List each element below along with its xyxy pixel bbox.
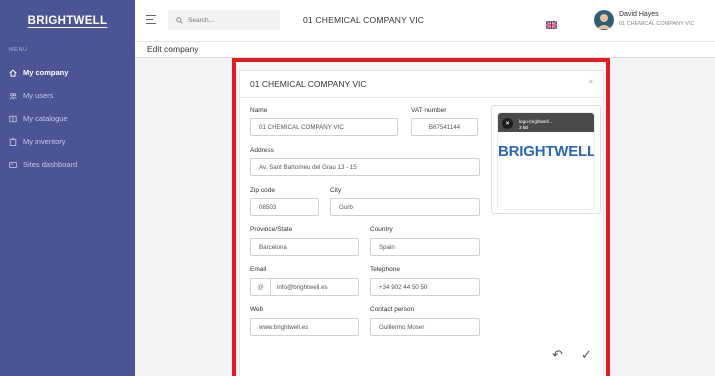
web-field[interactable]: www.brightwell.es xyxy=(250,318,359,336)
at-sign-icon: @ xyxy=(251,279,271,295)
remove-logo-icon[interactable]: × xyxy=(502,118,513,129)
search-input[interactable] xyxy=(188,16,268,24)
vat-field[interactable]: B67541144 xyxy=(411,118,478,136)
hamburger-menu-icon[interactable] xyxy=(146,15,156,26)
name-label: Name xyxy=(250,107,268,114)
sidebar-item-my-users[interactable]: My users xyxy=(0,84,135,107)
logo-file-info: logo-brightwell... 3 kB xyxy=(519,119,552,130)
top-bar: 01 CHEMICAL COMPANY VIC David Hayes 01 C… xyxy=(135,0,715,42)
menu-label: MENU xyxy=(9,47,28,53)
page-header: Edit company xyxy=(135,42,715,58)
dashboard-icon xyxy=(9,161,23,169)
email-value: info@brightwell.es xyxy=(277,283,328,291)
sidebar-item-my-company[interactable]: My company xyxy=(0,61,135,84)
city-field[interactable]: Gurb xyxy=(330,198,480,216)
logo-preview: × logo-brightwell... 3 kB BRIGHTWELL xyxy=(498,113,594,209)
logo-filesize: 3 kB xyxy=(519,124,529,130)
contact-field[interactable]: Guillermo Moser xyxy=(370,318,480,336)
country-label: Country xyxy=(370,226,393,233)
email-label: Email xyxy=(250,266,267,273)
edit-company-dialog: 01 CHEMICAL COMPANY VIC × Name 01 CHEMIC… xyxy=(239,70,604,376)
web-label: Web xyxy=(250,306,264,313)
user-name[interactable]: David Hayes xyxy=(619,11,659,18)
current-company: 01 CHEMICAL COMPANY VIC xyxy=(303,15,425,25)
address-field[interactable]: Av. Sant Bartomeu del Grau 13 - 15 xyxy=(250,158,480,176)
logo-bar: BRIGHTWELL xyxy=(0,0,135,42)
dialog-title: 01 CHEMICAL COMPANY VIC xyxy=(250,79,367,89)
zip-label: Zip code xyxy=(250,187,275,194)
sidebar-item-sites-dashboard[interactable]: Sites dashboard xyxy=(0,153,135,176)
search-box[interactable] xyxy=(168,10,280,30)
contact-label: Contact person xyxy=(370,306,415,313)
country-field[interactable]: Spain xyxy=(370,238,480,256)
province-label: Province/State xyxy=(250,226,293,233)
divider xyxy=(240,97,603,98)
book-icon xyxy=(9,115,23,123)
uk-flag-icon[interactable] xyxy=(545,16,558,30)
user-company: 01 CHEMICAL COMPANY VIC xyxy=(619,21,695,27)
users-icon xyxy=(9,92,23,100)
address-label: Address xyxy=(250,147,274,154)
sidebar: BRIGHTWELL MENU My company My users My c… xyxy=(0,0,135,376)
sidebar-item-my-catalogue[interactable]: My catalogue xyxy=(0,107,135,130)
back-icon[interactable]: ↶ xyxy=(552,347,563,363)
sidebar-item-label: Sites dashboard xyxy=(23,160,78,169)
avatar[interactable] xyxy=(594,10,614,30)
logo-file-header: × logo-brightwell... 3 kB xyxy=(498,113,594,132)
page-title: Edit company xyxy=(147,44,199,54)
sidebar-item-label: My catalogue xyxy=(23,114,68,123)
zip-field[interactable]: 08503 xyxy=(250,198,319,216)
email-field[interactable]: @ info@brightwell.es xyxy=(250,278,359,296)
logo-image: BRIGHTWELL xyxy=(498,143,594,160)
logo-upload[interactable]: × logo-brightwell... 3 kB BRIGHTWELL xyxy=(491,105,601,214)
vat-label: VAT number xyxy=(411,107,447,114)
telephone-label: Telephone xyxy=(370,266,400,273)
brand-logo[interactable]: BRIGHTWELL xyxy=(28,15,108,27)
sidebar-item-label: My users xyxy=(23,91,54,100)
sidebar-item-label: My company xyxy=(23,68,69,77)
home-icon xyxy=(9,69,23,77)
province-field[interactable]: Barcelona xyxy=(250,238,359,256)
confirm-icon[interactable]: ✓ xyxy=(581,347,592,363)
search-icon xyxy=(176,11,183,29)
name-field[interactable]: 01 CHEMICAL COMPANY VIC xyxy=(250,118,398,136)
sidebar-item-label: My inventory xyxy=(23,137,66,146)
close-icon[interactable]: × xyxy=(589,79,593,86)
city-label: City xyxy=(330,187,342,194)
clipboard-icon xyxy=(9,137,23,146)
sidebar-item-my-inventory[interactable]: My inventory xyxy=(0,130,135,153)
logo-filename: logo-brightwell... xyxy=(519,119,553,124)
telephone-field[interactable]: +34 902 44 50 50 xyxy=(370,278,480,296)
